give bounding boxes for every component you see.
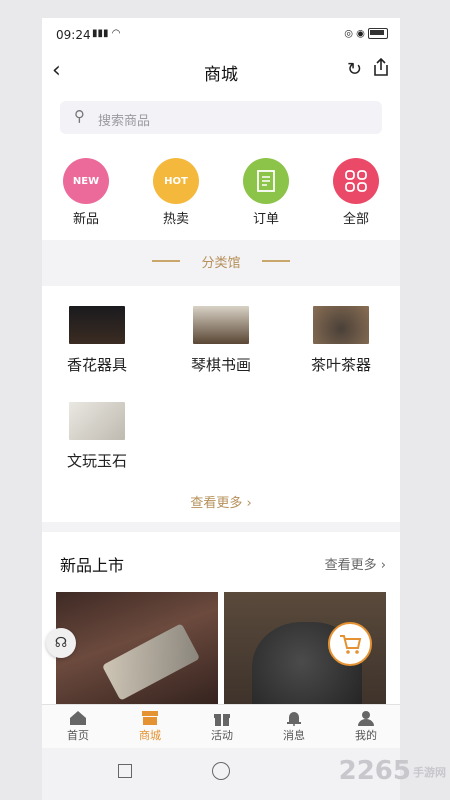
tab-messages[interactable]: 消息 — [258, 709, 330, 743]
category-image — [193, 306, 249, 344]
battery-icon: ◎ ◉ — [344, 28, 388, 40]
tab-home[interactable]: 首页 — [42, 709, 114, 743]
quick-link-label: 热卖 — [162, 212, 189, 227]
home-icon — [42, 709, 114, 727]
tab-label: 消息 — [283, 729, 305, 742]
tab-label: 首页 — [67, 729, 89, 742]
phone-screen: 09:24 ▮▮▮ ◠ ◎ ◉ ‹ 商城 ↻ ⚲ 搜索商品 NEW 新品 HOT… — [42, 18, 400, 800]
tab-profile[interactable]: 我的 — [330, 709, 400, 743]
bell-icon — [258, 709, 330, 727]
product-image — [101, 623, 201, 701]
quick-link-label: 订单 — [252, 212, 279, 227]
category-more-label: 查看更多 — [190, 496, 243, 511]
quick-link-label: 全部 — [342, 212, 369, 227]
cart-button[interactable] — [328, 622, 372, 666]
cart-icon — [340, 635, 362, 654]
quick-link-hot[interactable]: HOT 热卖 — [146, 158, 206, 227]
status-bar: 09:24 ▮▮▮ ◠ ◎ ◉ — [42, 18, 400, 52]
tab-mall[interactable]: 商城 — [114, 709, 186, 743]
new-arrivals-section: 新品上市 查看更多 › — [42, 532, 400, 722]
new-badge: NEW — [72, 175, 100, 187]
tab-bar: 首页 商城 活动 消息 我的 — [42, 704, 400, 749]
nav-bar: ‹ 商城 ↻ — [42, 52, 400, 92]
category-art[interactable]: 琴棋书画 — [166, 306, 276, 375]
search-placeholder: 搜索商品 — [98, 114, 151, 129]
product-card[interactable] — [56, 592, 218, 722]
gift-icon — [186, 709, 258, 727]
category-label: 茶叶茶器 — [310, 356, 371, 374]
category-tea[interactable]: 茶叶茶器 — [286, 306, 396, 375]
category-section: 香花器具 琴棋书画 茶叶茶器 文玩玉石 查看更多 › — [42, 286, 400, 522]
category-image — [69, 402, 125, 440]
refresh-icon[interactable]: ↻ — [347, 59, 362, 80]
recents-button[interactable] — [118, 764, 132, 778]
chevron-right-icon: › — [246, 496, 252, 511]
chevron-right-icon: › — [380, 558, 386, 573]
category-image — [313, 306, 369, 344]
watermark-brand: 2265 — [338, 756, 411, 786]
category-divider: 分类馆 — [42, 240, 400, 282]
order-list-icon — [243, 158, 289, 204]
hot-badge: HOT — [164, 175, 188, 187]
signal-icon: ▮▮▮ ◠ — [92, 28, 121, 39]
headset-icon: ☊ — [54, 635, 68, 651]
divider-label: 分类馆 — [201, 256, 241, 271]
watermark-site: 手游网 — [413, 765, 446, 779]
grid-icon — [333, 158, 379, 204]
category-incense[interactable]: 香花器具 — [42, 306, 152, 375]
tab-label: 商城 — [139, 729, 161, 742]
customer-service-button[interactable]: ☊ — [46, 628, 76, 658]
search-icon: ⚲ — [74, 107, 85, 125]
category-jade[interactable]: 文玩玉石 — [42, 402, 152, 471]
user-icon — [330, 709, 400, 727]
share-icon[interactable] — [372, 57, 390, 77]
quick-link-new[interactable]: NEW 新品 — [56, 158, 116, 227]
new-arrivals-title: 新品上市 — [60, 556, 125, 575]
new-arrivals-more-link[interactable]: 查看更多 › — [325, 554, 386, 573]
divider-line-right — [262, 260, 290, 262]
category-image — [69, 306, 125, 344]
quick-link-all[interactable]: 全部 — [326, 158, 386, 227]
search-input[interactable]: ⚲ 搜索商品 — [60, 101, 382, 134]
store-icon — [114, 709, 186, 727]
watermark-logo: 2265 手游网 — [339, 756, 446, 786]
hot-icon: HOT — [153, 158, 199, 204]
tab-label: 活动 — [211, 729, 233, 742]
quick-link-orders[interactable]: 订单 — [236, 158, 296, 227]
new-icon: NEW — [63, 158, 109, 204]
search-section: ⚲ 搜索商品 NEW 新品 HOT 热卖 订单 全部 — [42, 92, 400, 240]
tab-label: 我的 — [355, 729, 377, 742]
status-time: 09:24 — [56, 28, 91, 42]
category-label: 香花器具 — [66, 356, 127, 374]
tab-activity[interactable]: 活动 — [186, 709, 258, 743]
category-label: 文玩玉石 — [66, 452, 127, 470]
category-more-link[interactable]: 查看更多 › — [42, 492, 400, 511]
home-button[interactable] — [212, 762, 230, 780]
category-label: 琴棋书画 — [190, 356, 251, 374]
quick-link-label: 新品 — [72, 212, 99, 227]
product-card[interactable] — [224, 592, 386, 722]
new-arrivals-more-label: 查看更多 — [324, 558, 377, 573]
